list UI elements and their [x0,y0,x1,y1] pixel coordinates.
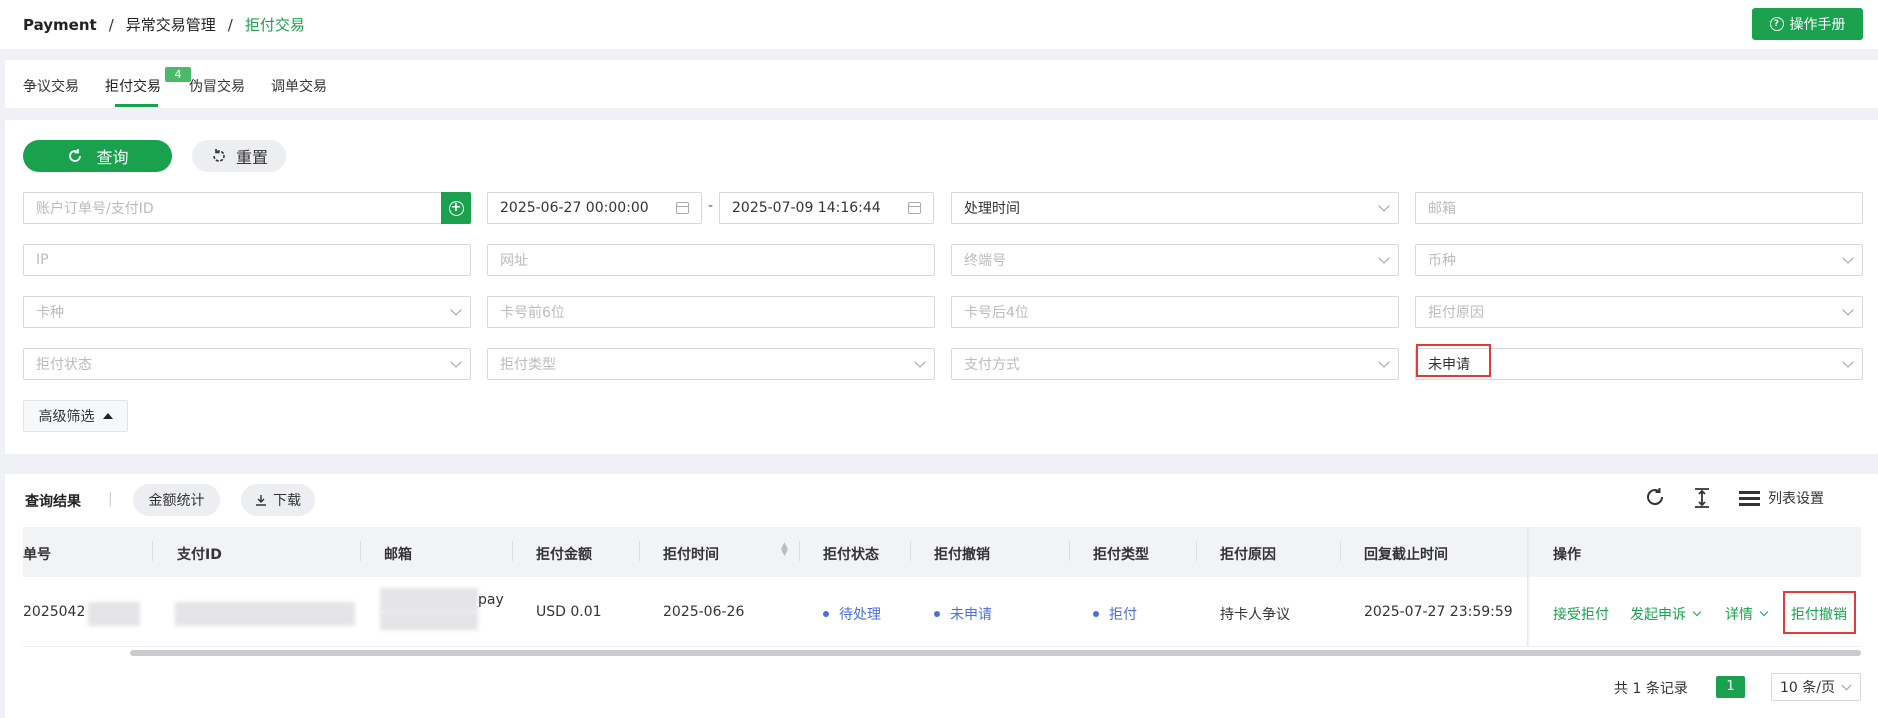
col-actions: 操作 [1553,547,1581,563]
cell-status: 待处理 [823,604,881,624]
col-time[interactable]: 拒付时间 [663,544,719,564]
col-revoke: 拒付撤销 [934,547,990,563]
email-input[interactable]: 邮箱 [1415,192,1863,224]
add-order-button[interactable]: + [441,192,471,224]
redacted-email-line2 [380,612,478,630]
help-icon: ? [1769,17,1784,31]
col-amount: 拒付金额 [536,547,592,563]
manual-button[interactable]: ? 操作手册 [1752,8,1863,40]
currency-select[interactable]: 币种 [1415,244,1863,276]
type-select[interactable]: 拒付类型 [487,348,935,380]
reason-select[interactable]: 拒付原因 [1415,296,1863,328]
column-height-icon[interactable] [1693,487,1711,515]
chevron-down-icon [450,356,462,368]
download-icon [256,495,266,506]
cell-amount: USD 0.01 [536,604,602,620]
column-settings-button[interactable]: 列表设置 [1739,488,1824,508]
col-status: 拒付状态 [823,547,879,563]
cell-revoke: 未申请 [934,604,992,624]
query-button[interactable]: 查询 [23,140,172,172]
chevron-down-icon [1378,356,1390,368]
tab-badge: 4 [165,67,191,82]
filter-panel [5,120,1878,454]
highlight-box [1416,344,1491,377]
card-prefix-input[interactable]: 卡号前6位 [487,296,935,328]
col-order-no: 单号 [23,547,51,563]
chevron-down-icon [1378,200,1390,212]
amount-stats-button[interactable]: 金额统计 [133,484,220,516]
refresh-search-icon [69,149,82,162]
pay-method-select[interactable]: 支付方式 [951,348,1399,380]
refresh-icon[interactable] [1644,486,1666,514]
chevron-down-icon [1842,304,1854,316]
highlight-box [1783,591,1856,634]
breadcrumb: Payment / 异常交易管理 / 拒付交易 [23,14,305,35]
horizontal-scrollbar[interactable] [130,650,1861,656]
breadcrumb-current: 拒付交易 [244,16,305,34]
chevron-down-icon [1841,680,1852,691]
cell-email-suffix: pay [478,592,504,608]
breadcrumb-parent[interactable]: 异常交易管理 [126,14,216,35]
page-size-select[interactable]: 10 条/页 [1771,673,1861,701]
card-type-select[interactable]: 卡种 [23,296,471,328]
chevron-down-icon [1692,607,1702,617]
tab-bar: 争议交易 拒付交易 4 伪冒交易 调单交易 [5,60,1878,108]
col-reason: 拒付原因 [1220,547,1276,563]
tab-dispute[interactable]: 争议交易 [23,76,79,96]
download-button[interactable]: 下载 [241,484,315,516]
tab-retrieval[interactable]: 调单交易 [271,76,327,96]
col-email: 邮箱 [384,547,412,563]
page-1-button[interactable]: 1 [1716,676,1745,698]
terminal-select[interactable]: 终端号 [951,244,1399,276]
chevron-down-icon [450,304,462,316]
chevron-down-icon [1842,252,1854,264]
col-deadline: 回复截止时间 [1364,547,1448,563]
sort-icon[interactable]: ▲ ▼ [781,542,788,558]
col-payment-id: 支付ID [177,547,222,563]
chevron-down-icon [1759,607,1769,617]
reset-icon [213,149,225,162]
chevron-down-icon [1378,252,1390,264]
calendar-icon [676,202,689,214]
url-input[interactable]: 网址 [487,244,935,276]
tab-fraud[interactable]: 伪冒交易 [189,76,245,96]
list-settings-icon [1739,490,1760,506]
cell-type: 拒付 [1093,604,1137,624]
calendar-icon [908,202,921,214]
redacted-payment-id [175,602,355,626]
breadcrumb-root[interactable]: Payment [23,16,97,34]
tab-chargeback[interactable]: 拒付交易 [105,76,161,96]
redacted-order-no [88,602,140,626]
caret-up-icon [102,413,113,419]
card-suffix-input[interactable]: 卡号后4位 [951,296,1399,328]
date-start-input[interactable]: 2025-06-27 00:00:00 [487,192,702,224]
ip-input[interactable]: IP [23,244,471,276]
cell-deadline: 2025-07-27 23:59:59 [1364,604,1513,620]
detail-dropdown[interactable]: 详情 [1725,604,1769,624]
total-records: 共 1 条记录 [1614,681,1688,697]
chevron-down-icon [914,356,926,368]
cell-order-no: 2025042 [23,604,86,620]
advanced-filter-button[interactable]: 高级筛选 [23,400,128,432]
chevron-down-icon [1842,356,1854,368]
accept-chargeback-link[interactable]: 接受拒付 [1553,604,1609,624]
cell-reason: 持卡人争议 [1220,607,1290,623]
results-title: 查询结果 [25,494,81,510]
status-select[interactable]: 拒付状态 [23,348,471,380]
reset-button[interactable]: 重置 [192,140,286,172]
plus-circle-icon: + [448,200,464,216]
cell-time: 2025-06-26 [663,604,745,620]
col-type: 拒付类型 [1093,547,1149,563]
date-end-input[interactable]: 2025-07-09 14:16:44 [719,192,934,224]
order-id-input[interactable]: 账户订单号/支付ID [23,192,442,224]
active-tab-indicator [115,104,158,107]
appeal-dropdown[interactable]: 发起申诉 [1630,604,1702,624]
time-type-select[interactable]: 处理时间 [951,192,1399,224]
redacted-email-line1 [380,588,478,612]
